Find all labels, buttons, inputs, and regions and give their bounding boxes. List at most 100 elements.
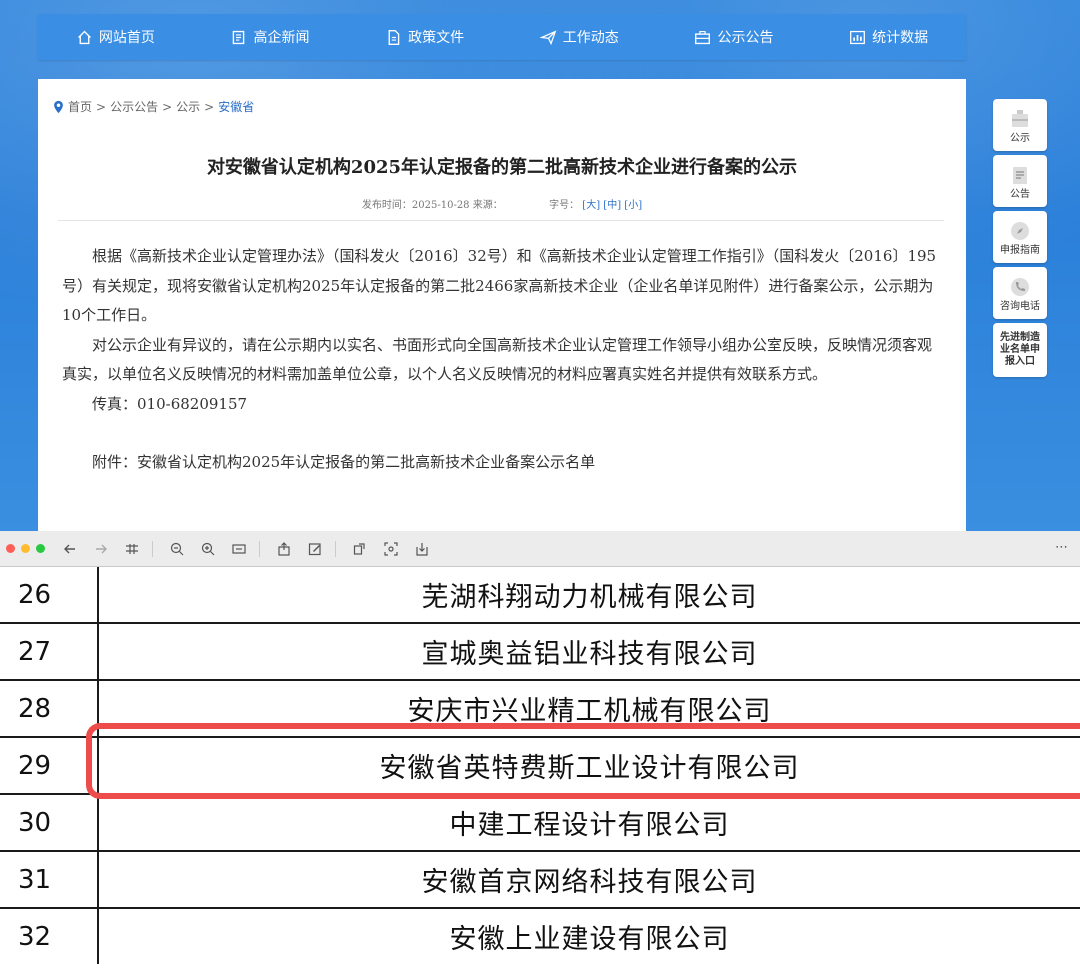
grid-view-button[interactable] xyxy=(125,542,139,556)
row-number: 28 xyxy=(18,693,52,724)
side-link-label: 申报指南 xyxy=(1000,244,1040,256)
website-screenshot: 网站首页 高企新闻 政策文件 工作动态 公示公告 统计数据 首页 > 公示公告 xyxy=(0,0,1080,531)
markup-button[interactable] xyxy=(308,542,322,556)
article-meta: 发布时间：2025-10-28 来源： 字号： [大] [中] [小] xyxy=(38,196,966,211)
side-link-label: 先进制造业名单申报入口 xyxy=(1000,332,1040,367)
toolbar-divider xyxy=(152,540,153,557)
company-name: 芜湖科翔动力机械有限公司 xyxy=(421,582,758,613)
company-name: 宣城奥益铝业科技有限公司 xyxy=(421,639,758,670)
download-icon xyxy=(416,542,428,556)
article-body: 根据《高新技术企业认定管理办法》（国科发火〔2016〕32号）和《高新技术企业认… xyxy=(62,242,942,478)
article-panel: 首页 > 公示公告 > 公示 > 安徽省 对安徽省认定机构2025年认定报备的第… xyxy=(38,79,966,531)
paragraph: 根据《高新技术企业认定管理办法》（国科发火〔2016〕32号）和《高新技术企业认… xyxy=(62,247,937,324)
nav-item-policy[interactable]: 政策文件 xyxy=(385,27,464,47)
news-icon xyxy=(233,30,245,44)
nav-item-home[interactable]: 网站首页 xyxy=(76,27,155,47)
table-row: 31 安徽首京网络科技有限公司 xyxy=(0,852,1080,909)
export-button[interactable] xyxy=(415,542,429,556)
zoom-in-button[interactable] xyxy=(201,542,215,556)
nav-item-label: 公示公告 xyxy=(717,30,774,46)
location-pin-icon xyxy=(54,100,63,113)
row-number: 32 xyxy=(18,921,52,952)
phone-icon xyxy=(1011,277,1029,296)
actual-size-button[interactable] xyxy=(232,542,246,556)
row-number: 27 xyxy=(18,636,52,667)
breadcrumb-public[interactable]: 公示 xyxy=(176,98,200,115)
nav-item-label: 工作动态 xyxy=(562,30,619,46)
compass-icon xyxy=(1011,221,1029,240)
side-link-label: 咨询电话 xyxy=(1000,300,1040,312)
side-link-notice[interactable]: 公告 xyxy=(993,155,1047,207)
briefcase-icon xyxy=(695,30,711,44)
share-button[interactable] xyxy=(277,541,291,556)
side-link-guide[interactable]: 申报指南 xyxy=(993,211,1047,263)
paragraph: 对公示企业有异议的，请在公示期内以实名、书面形式向全国高新技术企业认定管理工作领… xyxy=(62,335,933,384)
share-icon xyxy=(278,541,290,556)
company-name: 安徽上业建设有限公司 xyxy=(449,924,730,955)
crop-button[interactable] xyxy=(384,541,398,556)
font-size-large-link[interactable]: [大] xyxy=(582,200,600,211)
fit-icon xyxy=(232,543,246,554)
side-link-label: 公告 xyxy=(1010,188,1030,200)
highlight-box xyxy=(86,723,1080,799)
arrow-left-icon xyxy=(64,544,75,553)
pencil-icon xyxy=(308,542,321,555)
toolbar-divider xyxy=(259,540,260,557)
zoom-in-icon xyxy=(201,542,215,555)
bar-chart-icon xyxy=(850,30,866,44)
forward-button[interactable] xyxy=(94,542,108,556)
side-quick-links: 公示 公告 申报指南 咨询电话 先进制造业名单申报入口 xyxy=(993,99,1047,381)
image-viewer-toolbar: ⋯ xyxy=(0,531,1080,567)
article-title: 对安徽省认定机构2025年认定报备的第二批高新技术企业进行备案的公示 xyxy=(206,157,798,178)
minimize-window-button[interactable] xyxy=(21,544,30,553)
font-size-label: 字号： xyxy=(549,200,580,211)
briefcase-icon xyxy=(1012,109,1028,127)
font-size-medium-link[interactable]: [中] xyxy=(603,200,621,211)
back-button[interactable] xyxy=(63,542,77,556)
row-number: 30 xyxy=(18,807,52,838)
breadcrumb-current[interactable]: 安徽省 xyxy=(218,98,254,115)
nav-item-label: 政策文件 xyxy=(408,30,465,46)
row-number: 31 xyxy=(18,864,52,895)
row-number: 26 xyxy=(18,579,52,610)
breadcrumb-home[interactable]: 首页 xyxy=(68,98,92,115)
arrow-right-icon xyxy=(96,544,107,553)
nav-item-news[interactable]: 高企新闻 xyxy=(230,27,309,47)
side-link-public[interactable]: 公示 xyxy=(993,99,1047,151)
more-options-icon[interactable]: ⋯ xyxy=(1055,540,1068,555)
toolbar-divider xyxy=(335,540,336,557)
divider xyxy=(58,220,944,221)
breadcrumb-notice[interactable]: 公示公告 xyxy=(110,98,158,115)
fax-line: 传真：010-68209157 xyxy=(92,394,248,413)
close-window-button[interactable] xyxy=(6,544,15,553)
nav-item-label: 网站首页 xyxy=(98,30,155,46)
side-link-label: 公示 xyxy=(1010,132,1030,144)
table-row: 30 中建工程设计有限公司 xyxy=(0,795,1080,852)
grid-icon xyxy=(126,543,138,554)
document-icon xyxy=(388,29,400,45)
breadcrumb-separator: > xyxy=(96,99,107,114)
attachment-link[interactable]: 附件：安徽省认定机构2025年认定报备的第二批高新技术企业备案公示名单 xyxy=(62,448,942,478)
zoom-out-button[interactable] xyxy=(170,542,184,556)
font-size-small-link[interactable]: [小] xyxy=(624,200,642,211)
company-name: 安徽首京网络科技有限公司 xyxy=(421,867,758,898)
rotate-icon xyxy=(353,542,365,555)
table-row: 27 宣城奥益铝业科技有限公司 xyxy=(0,624,1080,681)
breadcrumb-separator: > xyxy=(162,99,173,114)
nav-item-label: 高企新闻 xyxy=(253,30,310,46)
nav-item-notice[interactable]: 公示公告 xyxy=(694,27,773,47)
nav-item-stats[interactable]: 统计数据 xyxy=(849,27,928,47)
publish-date: 发布时间：2025-10-28 来源： xyxy=(361,200,503,211)
rotate-button[interactable] xyxy=(353,542,367,556)
breadcrumb: 首页 > 公示公告 > 公示 > 安徽省 xyxy=(53,98,254,115)
side-link-phone[interactable]: 咨询电话 xyxy=(993,267,1047,319)
zoom-out-icon xyxy=(170,542,184,555)
nav-item-work[interactable]: 工作动态 xyxy=(539,27,619,47)
table-row: 32 安徽上业建设有限公司 xyxy=(0,909,1080,964)
company-name: 中建工程设计有限公司 xyxy=(449,810,730,841)
nav-item-label: 统计数据 xyxy=(872,30,929,46)
maximize-window-button[interactable] xyxy=(36,544,45,553)
home-icon xyxy=(77,30,91,44)
side-link-advanced-manufacturing[interactable]: 先进制造业名单申报入口 xyxy=(993,323,1047,377)
main-nav: 网站首页 高企新闻 政策文件 工作动态 公示公告 统计数据 xyxy=(38,14,966,60)
